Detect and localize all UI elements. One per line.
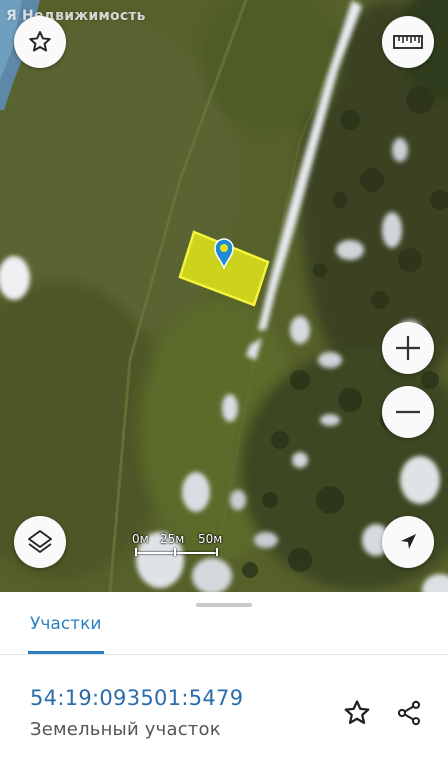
map-view[interactable]: Я Недвижимость 0м 25м 50м: [0, 0, 448, 592]
scale-tick: [135, 548, 137, 556]
object-type-label: Земельный участок: [30, 719, 221, 740]
cadastral-number[interactable]: 54:19:093501:5479: [30, 686, 243, 710]
ruler-button[interactable]: [382, 16, 434, 68]
zoom-out-button[interactable]: [382, 386, 434, 438]
star-icon: [344, 700, 370, 724]
zoom-in-button[interactable]: [382, 322, 434, 374]
map-scale-bar: 0м 25м 50м: [132, 532, 226, 566]
favorite-parcel-button[interactable]: [340, 696, 374, 730]
star-icon: [29, 31, 51, 52]
scale-tick: [216, 548, 218, 556]
scale-label-25: 25м: [160, 532, 185, 546]
tab-parcels[interactable]: Участки: [30, 614, 101, 634]
favorite-map-button[interactable]: [14, 16, 66, 68]
bottom-sheet: Участки 54:19:093501:5479 Земельный учас…: [0, 592, 448, 768]
scale-tick: [174, 548, 176, 556]
ruler-icon: [393, 35, 423, 49]
scale-label-50: 50м: [198, 532, 223, 546]
navigation-arrow-icon: [401, 534, 416, 549]
minus-icon: [396, 410, 420, 414]
plus-icon: [396, 336, 420, 360]
share-icon: [397, 700, 421, 726]
satellite-imagery: [0, 0, 448, 592]
divider: [0, 654, 448, 655]
layers-icon: [28, 530, 52, 553]
share-button[interactable]: [392, 696, 426, 730]
scale-bar-line: [136, 552, 218, 554]
map-layers-button[interactable]: [14, 516, 66, 568]
scale-label-0: 0м: [132, 532, 149, 546]
sheet-drag-handle[interactable]: [196, 603, 252, 607]
locate-me-button[interactable]: [382, 516, 434, 568]
